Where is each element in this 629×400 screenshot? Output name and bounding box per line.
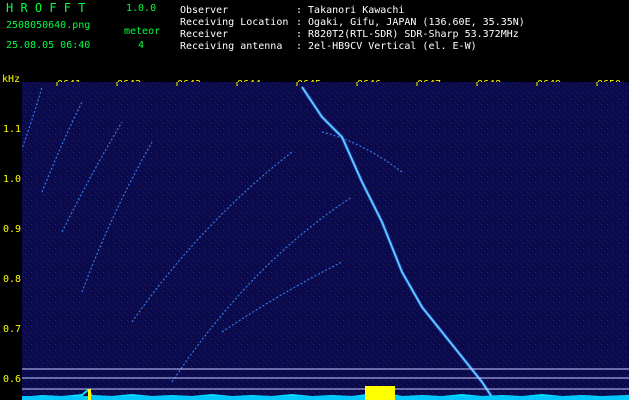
location-value: : Ogaki, Gifu, JAPAN (136.60E, 35.35N) [296,17,525,28]
meteor-label: meteor [124,26,161,37]
spectrogram [22,82,629,400]
y-axis: 1.1 1.0 0.9 0.8 0.7 0.6 [0,80,22,400]
antenna-value: : 2el-HB9CV Vertical (el. E-W) [296,41,477,52]
y-tick-label: 1.1 [3,124,22,135]
meteor-marker [365,386,395,400]
baseline-band [22,396,629,400]
receiver-value: : R820T2(RTL-SDR) SDR-Sharp 53.372MHz [296,29,519,40]
y-tick-label: 0.8 [3,274,22,285]
small-marker [88,389,91,400]
y-tick-label: 0.9 [3,224,22,235]
header-panel: H R O F F T 1.0.0 2508050640.png meteor … [0,0,629,80]
location-label: Receiving Location [180,17,289,28]
y-tick-label: 0.7 [3,324,22,335]
spectrogram-background [22,82,629,400]
y-tick-label: 0.6 [3,374,22,385]
y-tick-label: 1.0 [3,174,22,185]
receiver-label: Receiver [180,29,229,40]
datetime: 25.08.05 06:40 [6,40,91,51]
antenna-label: Receiving antenna [180,41,283,52]
observer-label: Observer [180,5,229,16]
filename: 2508050640.png [6,20,91,31]
meteor-count: 4 [138,40,145,51]
app-version: 1.0.0 [126,3,157,14]
observer-value: : Takanori Kawachi [296,5,405,16]
app-title: H R O F F T [6,1,86,15]
